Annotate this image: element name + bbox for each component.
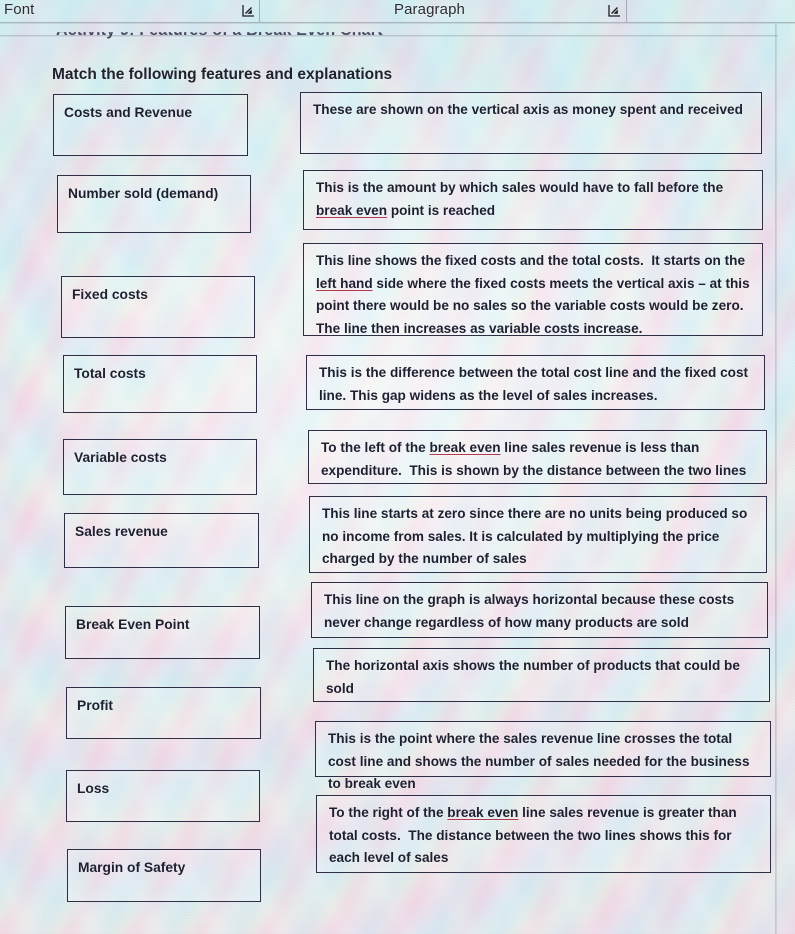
feature-box-number-sold[interactable]: Number sold (demand): [57, 175, 251, 233]
page-right-edge: [775, 24, 777, 934]
ribbon-group-divider: [259, 0, 260, 22]
explanation-text: This is the point where the sales revenu…: [328, 731, 750, 791]
feature-label: Margin of Safety: [78, 860, 186, 875]
feature-box-sales-revenue[interactable]: Sales revenue: [64, 513, 259, 568]
explanation-box-10[interactable]: To the right of the break even line sale…: [316, 795, 771, 873]
explanation-box-2[interactable]: This is the amount by which sales would …: [303, 170, 763, 230]
feature-label: Loss: [77, 781, 110, 796]
instruction-heading: Match the following features and explana…: [52, 66, 393, 83]
spellcheck-underlined-text: break even: [316, 202, 388, 218]
spellcheck-underlined-text: break even: [429, 440, 501, 455]
feature-box-costs-and-revenue[interactable]: Costs and Revenue: [53, 94, 248, 156]
ribbon-group-label-font: Font: [4, 1, 35, 18]
feature-box-profit[interactable]: Profit: [66, 687, 261, 739]
feature-label: Sales revenue: [75, 524, 168, 539]
font-dialog-launcher-icon[interactable]: [241, 3, 256, 18]
explanation-box-4[interactable]: This is the difference between the total…: [306, 355, 765, 410]
explanation-text: This is the amount by which sales would …: [316, 180, 724, 218]
feature-box-fixed-costs[interactable]: Fixed costs: [61, 276, 255, 338]
spellcheck-underlined-text: break even: [447, 805, 519, 820]
feature-label: Total costs: [74, 366, 146, 381]
explanation-text: This line on the graph is always horizon…: [324, 592, 735, 630]
explanation-text: This line shows the fixed costs and the …: [316, 253, 750, 336]
page-title: Activity 9: Features of a Break Even Cha…: [56, 24, 383, 39]
feature-box-loss[interactable]: Loss: [66, 770, 260, 822]
explanation-text: To the right of the break even line sale…: [329, 805, 737, 865]
document-page[interactable]: Activity 9: Features of a Break Even Cha…: [0, 24, 778, 934]
explanation-box-8[interactable]: The horizontal axis shows the number of …: [313, 648, 770, 702]
ribbon-bottom-border: [0, 22, 795, 24]
ribbon-group-label-paragraph: Paragraph: [394, 1, 465, 18]
explanation-box-1[interactable]: These are shown on the vertical axis as …: [300, 92, 762, 154]
feature-label: Fixed costs: [72, 287, 148, 302]
explanation-box-9[interactable]: This is the point where the sales revenu…: [315, 721, 771, 791]
explanation-box-5[interactable]: To the left of the break even line sales…: [308, 430, 767, 484]
word-ribbon: Font Paragraph: [0, 0, 795, 24]
feature-label: Variable costs: [74, 450, 167, 465]
explanation-text: These are shown on the vertical axis as …: [313, 102, 743, 117]
paragraph-dialog-launcher-icon[interactable]: [607, 3, 622, 18]
explanation-text: To the left of the break even line sales…: [321, 440, 747, 478]
feature-label: Break Even Point: [76, 617, 190, 632]
feature-box-margin-of-safety[interactable]: Margin of Safety: [67, 849, 261, 902]
feature-label: Profit: [77, 698, 114, 713]
explanation-text: This line starts at zero since there are…: [322, 506, 748, 566]
explanation-box-3[interactable]: This line shows the fixed costs and the …: [303, 243, 763, 336]
ribbon-group-divider: [626, 0, 627, 22]
explanation-text: This is the difference between the total…: [319, 365, 749, 403]
feature-box-break-even-point[interactable]: Break Even Point: [65, 606, 260, 659]
explanation-text: The horizontal axis shows the number of …: [326, 658, 740, 696]
feature-box-total-costs[interactable]: Total costs: [63, 355, 257, 413]
spellcheck-underlined-text: left hand: [316, 275, 373, 291]
feature-box-variable-costs[interactable]: Variable costs: [63, 439, 257, 495]
feature-label: Number sold (demand): [68, 186, 219, 201]
explanation-box-6[interactable]: This line starts at zero since there are…: [309, 496, 767, 573]
feature-label: Costs and Revenue: [64, 105, 193, 120]
explanation-box-7[interactable]: This line on the graph is always horizon…: [311, 582, 768, 638]
